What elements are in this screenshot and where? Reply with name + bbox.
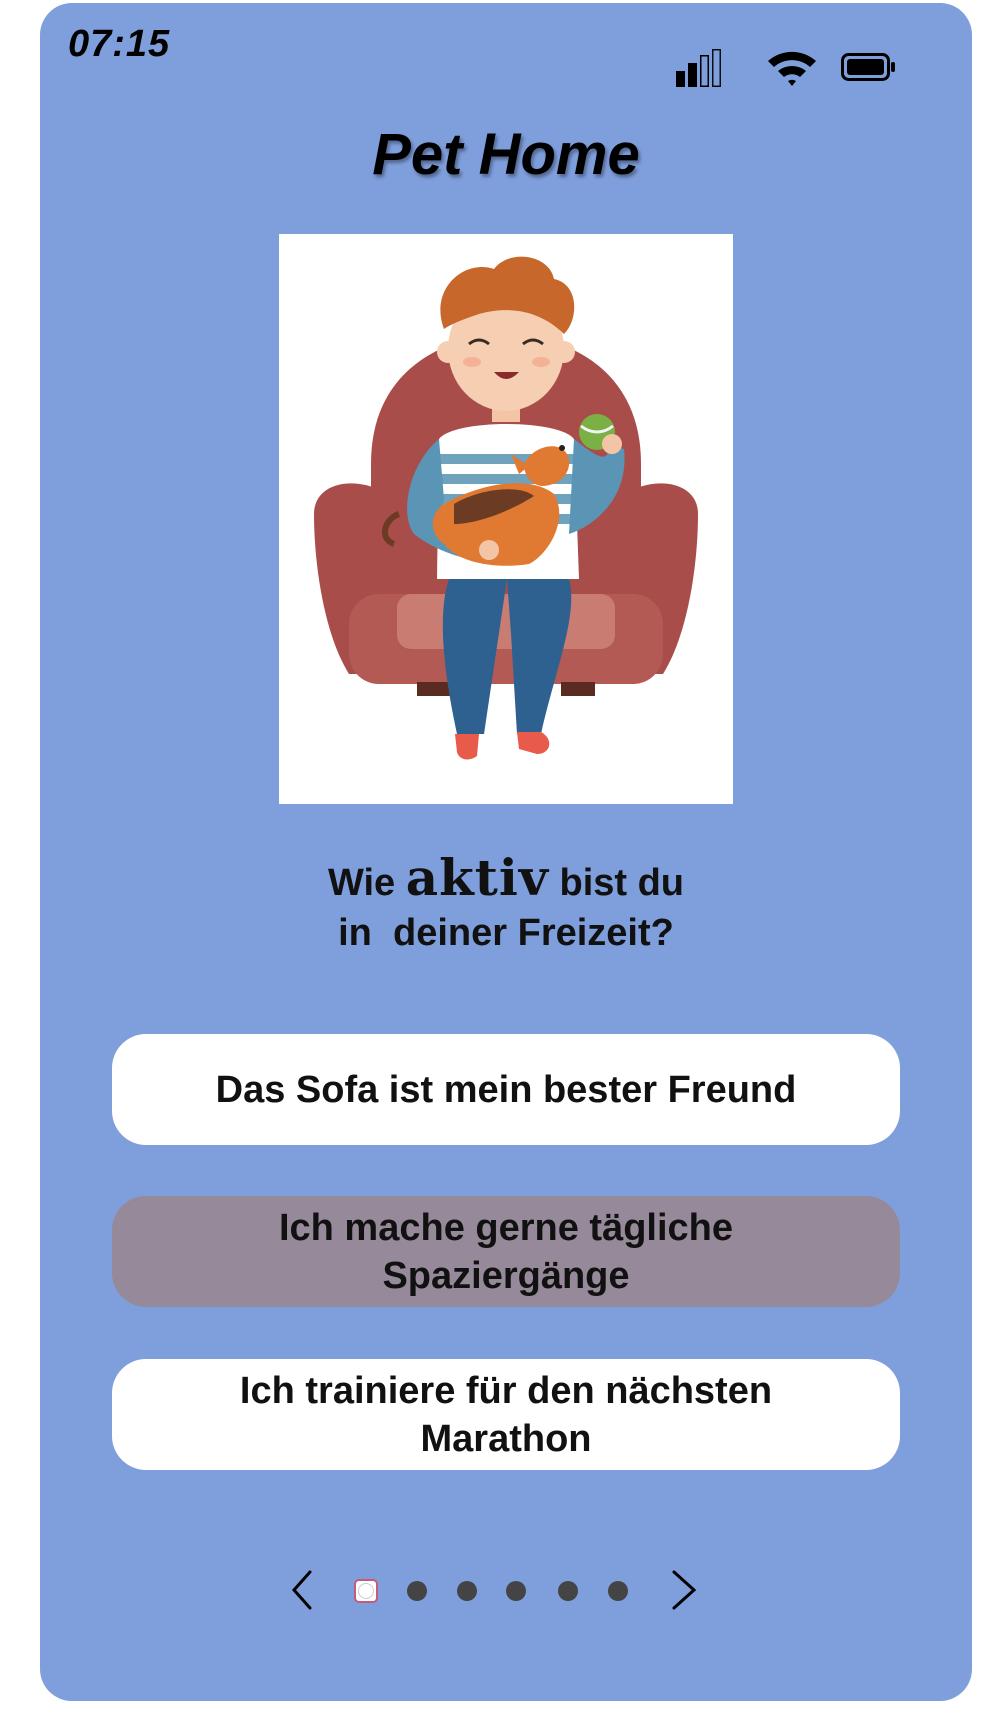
pagination	[40, 1566, 972, 1616]
option-label: Ich mache gerne tägliche Spaziergänge	[278, 1206, 734, 1297]
question-accent-word: aktiv	[405, 848, 549, 907]
status-time: 07:15	[68, 23, 171, 65]
chevron-right-icon[interactable]	[662, 1568, 702, 1612]
question-heading: Wie aktiv bist du in deiner Freizeit?	[40, 853, 972, 958]
page-dot-1[interactable]	[356, 1581, 376, 1601]
page-dot-3[interactable]	[457, 1581, 477, 1601]
question-line-2: in deiner Freizeit?	[338, 912, 674, 954]
option-label: Das Sofa ist mein bester Freund	[215, 1068, 797, 1111]
chevron-left-icon[interactable]	[284, 1568, 324, 1612]
app-title: Pet Home	[372, 122, 640, 187]
page-dot-5[interactable]	[558, 1581, 578, 1601]
question-text-before: Wie	[327, 862, 406, 904]
page-dot-6[interactable]	[608, 1581, 628, 1601]
battery-icon	[841, 53, 895, 81]
option-label: Ich trainiere für den nächsten Marathon	[239, 1369, 773, 1460]
page-dot-4[interactable]	[506, 1581, 526, 1601]
status-bar-icons	[676, 49, 895, 87]
option-sofa-button[interactable]: Das Sofa ist mein bester Freund	[112, 1034, 900, 1145]
hero-illustration	[279, 234, 733, 804]
app-screen: 07:15 Pet Home Wie aktiv bist du in dein…	[40, 3, 972, 1701]
question-text-after: bist du	[548, 862, 685, 904]
wifi-icon	[768, 51, 816, 86]
page-dot-2[interactable]	[407, 1581, 427, 1601]
cellular-signal-icon	[676, 49, 721, 87]
option-marathon-button[interactable]: Ich trainiere für den nächsten Marathon	[112, 1359, 900, 1470]
question-line-1: Wie aktiv bist du	[40, 853, 972, 908]
person-on-armchair-illustration	[314, 256, 698, 760]
option-walks-button[interactable]: Ich mache gerne tägliche Spaziergänge	[112, 1196, 900, 1307]
